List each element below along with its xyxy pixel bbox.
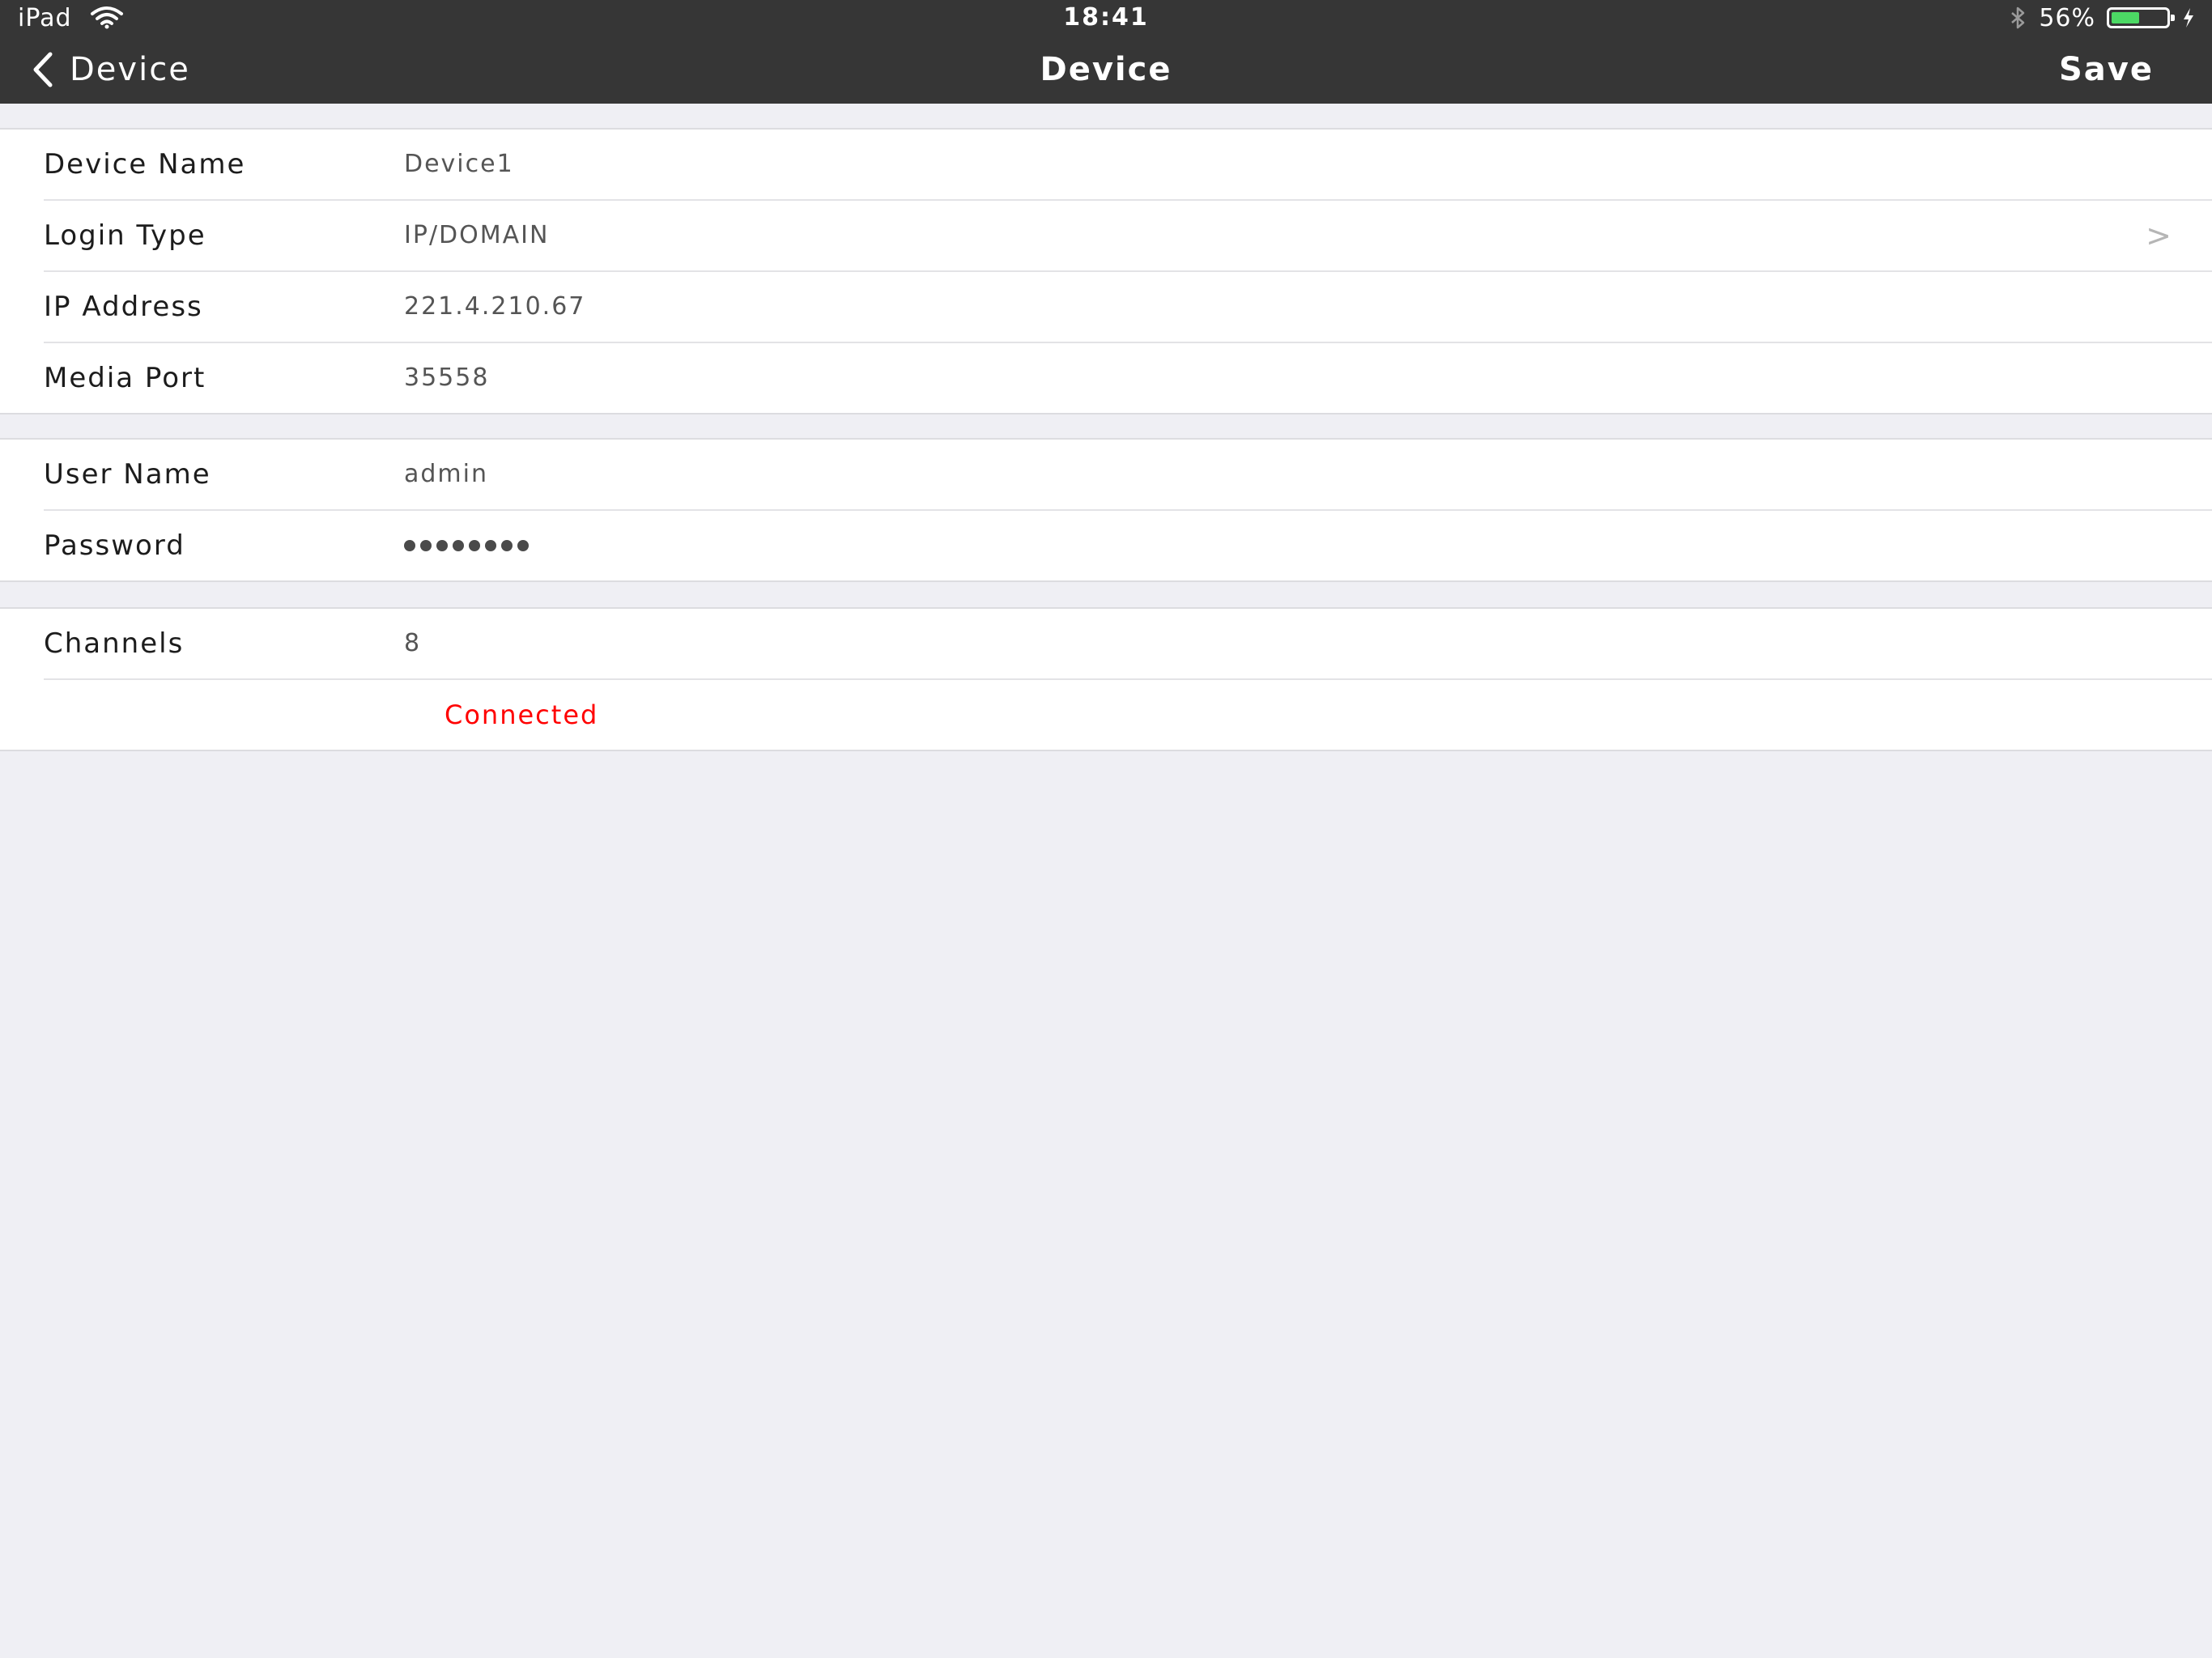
password-dot [436, 540, 448, 551]
battery-percent: 56% [2039, 3, 2095, 32]
login-type-value: IP/DOMAIN [404, 221, 550, 249]
battery-icon [2107, 7, 2175, 28]
channels-section: Channels 8 Connected [0, 607, 2212, 751]
status-time: 18:41 [1063, 3, 1149, 32]
charging-icon [2184, 8, 2193, 28]
password-dot [404, 540, 415, 551]
password-dot [517, 540, 529, 551]
channels-label: Channels [44, 627, 185, 660]
password-dot [453, 540, 464, 551]
channels-row[interactable]: Channels 8 [44, 609, 2212, 680]
password-dot [501, 540, 513, 551]
top-bar: iPad 18:41 56% Device Device Save [0, 0, 2212, 104]
device-name-label: Device Name [44, 148, 246, 181]
ip-address-field[interactable]: 221.4.210.67 [404, 272, 585, 342]
ip-address-label: IP Address [44, 291, 203, 323]
user-name-row[interactable]: User Name admin [44, 440, 2212, 511]
bluetooth-icon [2011, 6, 2025, 29]
media-port-row[interactable]: Media Port 35558 [44, 343, 2212, 413]
login-type-label: Login Type [44, 219, 206, 252]
password-row[interactable]: Password [44, 511, 2212, 580]
media-port-label: Media Port [44, 362, 206, 394]
device-name-row[interactable]: Device Name Device1 [44, 130, 2212, 201]
connection-status: Connected [445, 699, 599, 730]
save-button[interactable]: Save [2059, 42, 2154, 97]
connection-status-row: Connected [44, 680, 2212, 750]
password-dot [469, 540, 480, 551]
device-info-section: Device Name Device1 Login Type IP/DOMAIN… [0, 128, 2212, 414]
login-type-row[interactable]: Login Type IP/DOMAIN > [44, 201, 2212, 272]
password-dot [420, 540, 432, 551]
chevron-right-icon: > [2146, 218, 2172, 253]
password-field[interactable] [404, 511, 529, 580]
password-label: Password [44, 529, 185, 562]
media-port-field[interactable]: 35558 [404, 343, 489, 413]
device-name-field[interactable]: Device1 [404, 130, 514, 199]
credentials-section: User Name admin Password [0, 438, 2212, 582]
page-title: Device [1040, 51, 1172, 88]
password-dot [485, 540, 496, 551]
channels-field[interactable]: 8 [404, 609, 421, 678]
user-name-field[interactable]: admin [404, 440, 488, 509]
status-bar-right: 56% [2010, 2, 2196, 34]
user-name-label: User Name [44, 458, 211, 491]
battery-level [2112, 12, 2140, 23]
ip-address-row[interactable]: IP Address 221.4.210.67 [44, 272, 2212, 343]
